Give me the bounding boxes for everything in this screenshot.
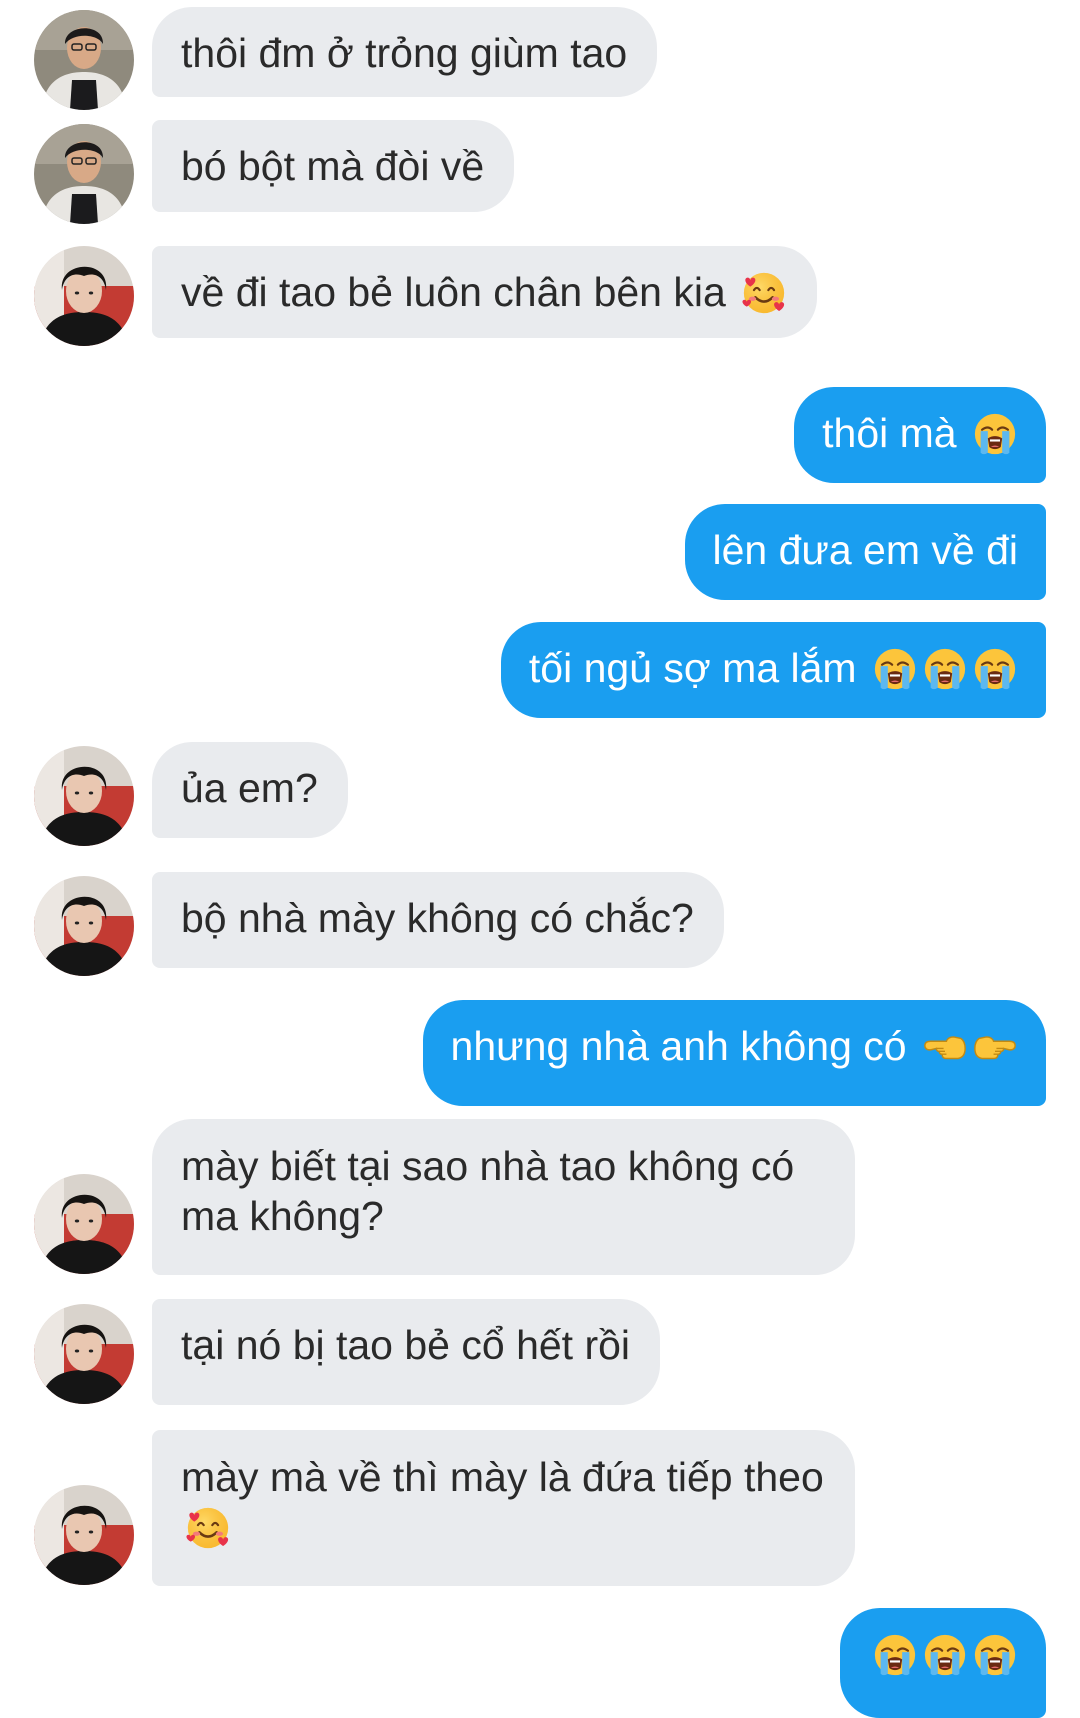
message-text: mày biết tại sao nhà tao không có ma khô… [181, 1143, 795, 1239]
incoming-message-bubble[interactable]: thôi đm ở trỏng giùm tao [152, 7, 658, 97]
loudly-crying-face-icon [972, 646, 1018, 692]
smiling-face-with-hearts-icon [741, 270, 787, 316]
message-text: nhưng nhà anh không có [450, 1023, 907, 1069]
message-text: tại nó bị tao bẻ cổ hết rồi [181, 1322, 631, 1368]
incoming-message-bubble[interactable]: ủa em? [152, 742, 348, 838]
incoming-message-bubble[interactable]: tại nó bị tao bẻ cổ hết rồi [152, 1299, 661, 1405]
outgoing-message-bubble[interactable]: tối ngủ sợ ma lắm [500, 622, 1046, 718]
loudly-crying-face-icon [922, 1632, 968, 1678]
message-text: tối ngủ sợ ma lắm [528, 645, 857, 691]
message-text: bó bột mà đòi về [181, 143, 485, 189]
avatar-photo-black-shirt-icon [34, 1174, 134, 1274]
avatar[interactable] [34, 246, 134, 346]
message-text: bộ nhà mày không có chắc? [181, 895, 694, 941]
outgoing-message-bubble[interactable] [840, 1608, 1046, 1718]
avatar-photo-black-shirt-icon [34, 1304, 134, 1404]
loudly-crying-face-icon [872, 1632, 918, 1678]
avatar-photo-hoodie-icon [34, 10, 134, 110]
incoming-message-bubble[interactable]: bó bột mà đòi về [152, 120, 515, 212]
message-text: lên đưa em về đi [712, 527, 1019, 573]
message-text: thôi mà [822, 410, 957, 456]
backhand-index-pointing-left-icon [922, 1024, 968, 1070]
incoming-message-bubble[interactable]: bộ nhà mày không có chắc? [152, 872, 724, 968]
message-text: ủa em? [181, 765, 318, 811]
avatar[interactable] [34, 746, 134, 846]
avatar[interactable] [34, 1174, 134, 1274]
smiling-face-with-hearts-icon [185, 1505, 231, 1551]
chat-thread: thôi đm ở trỏng giùm tao bó bột mà đòi v… [0, 0, 1080, 1718]
avatar-photo-black-shirt-icon [34, 876, 134, 976]
avatar-photo-black-shirt-icon [34, 1485, 134, 1585]
loudly-crying-face-icon [972, 411, 1018, 457]
message-text: mày mà về thì mày là đứa tiếp theo [181, 1454, 824, 1500]
avatar-photo-hoodie-icon [34, 124, 134, 224]
message-text: thôi đm ở trỏng giùm tao [181, 30, 628, 76]
loudly-crying-face-icon [922, 646, 968, 692]
outgoing-message-bubble[interactable]: thôi mà [794, 387, 1046, 483]
loudly-crying-face-icon [872, 646, 918, 692]
avatar[interactable] [34, 1485, 134, 1585]
message-text: về đi tao bẻ luôn chân bên kia [181, 269, 726, 315]
incoming-message-bubble[interactable]: mày mà về thì mày là đứa tiếp theo [152, 1430, 855, 1586]
outgoing-message-bubble[interactable]: nhưng nhà anh không có [422, 1000, 1046, 1106]
avatar-photo-black-shirt-icon [34, 246, 134, 346]
outgoing-message-bubble[interactable]: lên đưa em về đi [684, 504, 1046, 600]
loudly-crying-face-icon [972, 1632, 1018, 1678]
backhand-index-pointing-right-icon [972, 1024, 1018, 1070]
incoming-message-bubble[interactable]: mày biết tại sao nhà tao không có ma khô… [152, 1119, 855, 1275]
incoming-message-bubble[interactable]: về đi tao bẻ luôn chân bên kia [152, 246, 818, 338]
avatar-photo-black-shirt-icon [34, 746, 134, 846]
avatar[interactable] [34, 10, 134, 110]
avatar[interactable] [34, 876, 134, 976]
avatar[interactable] [34, 1304, 134, 1404]
avatar[interactable] [34, 124, 134, 224]
